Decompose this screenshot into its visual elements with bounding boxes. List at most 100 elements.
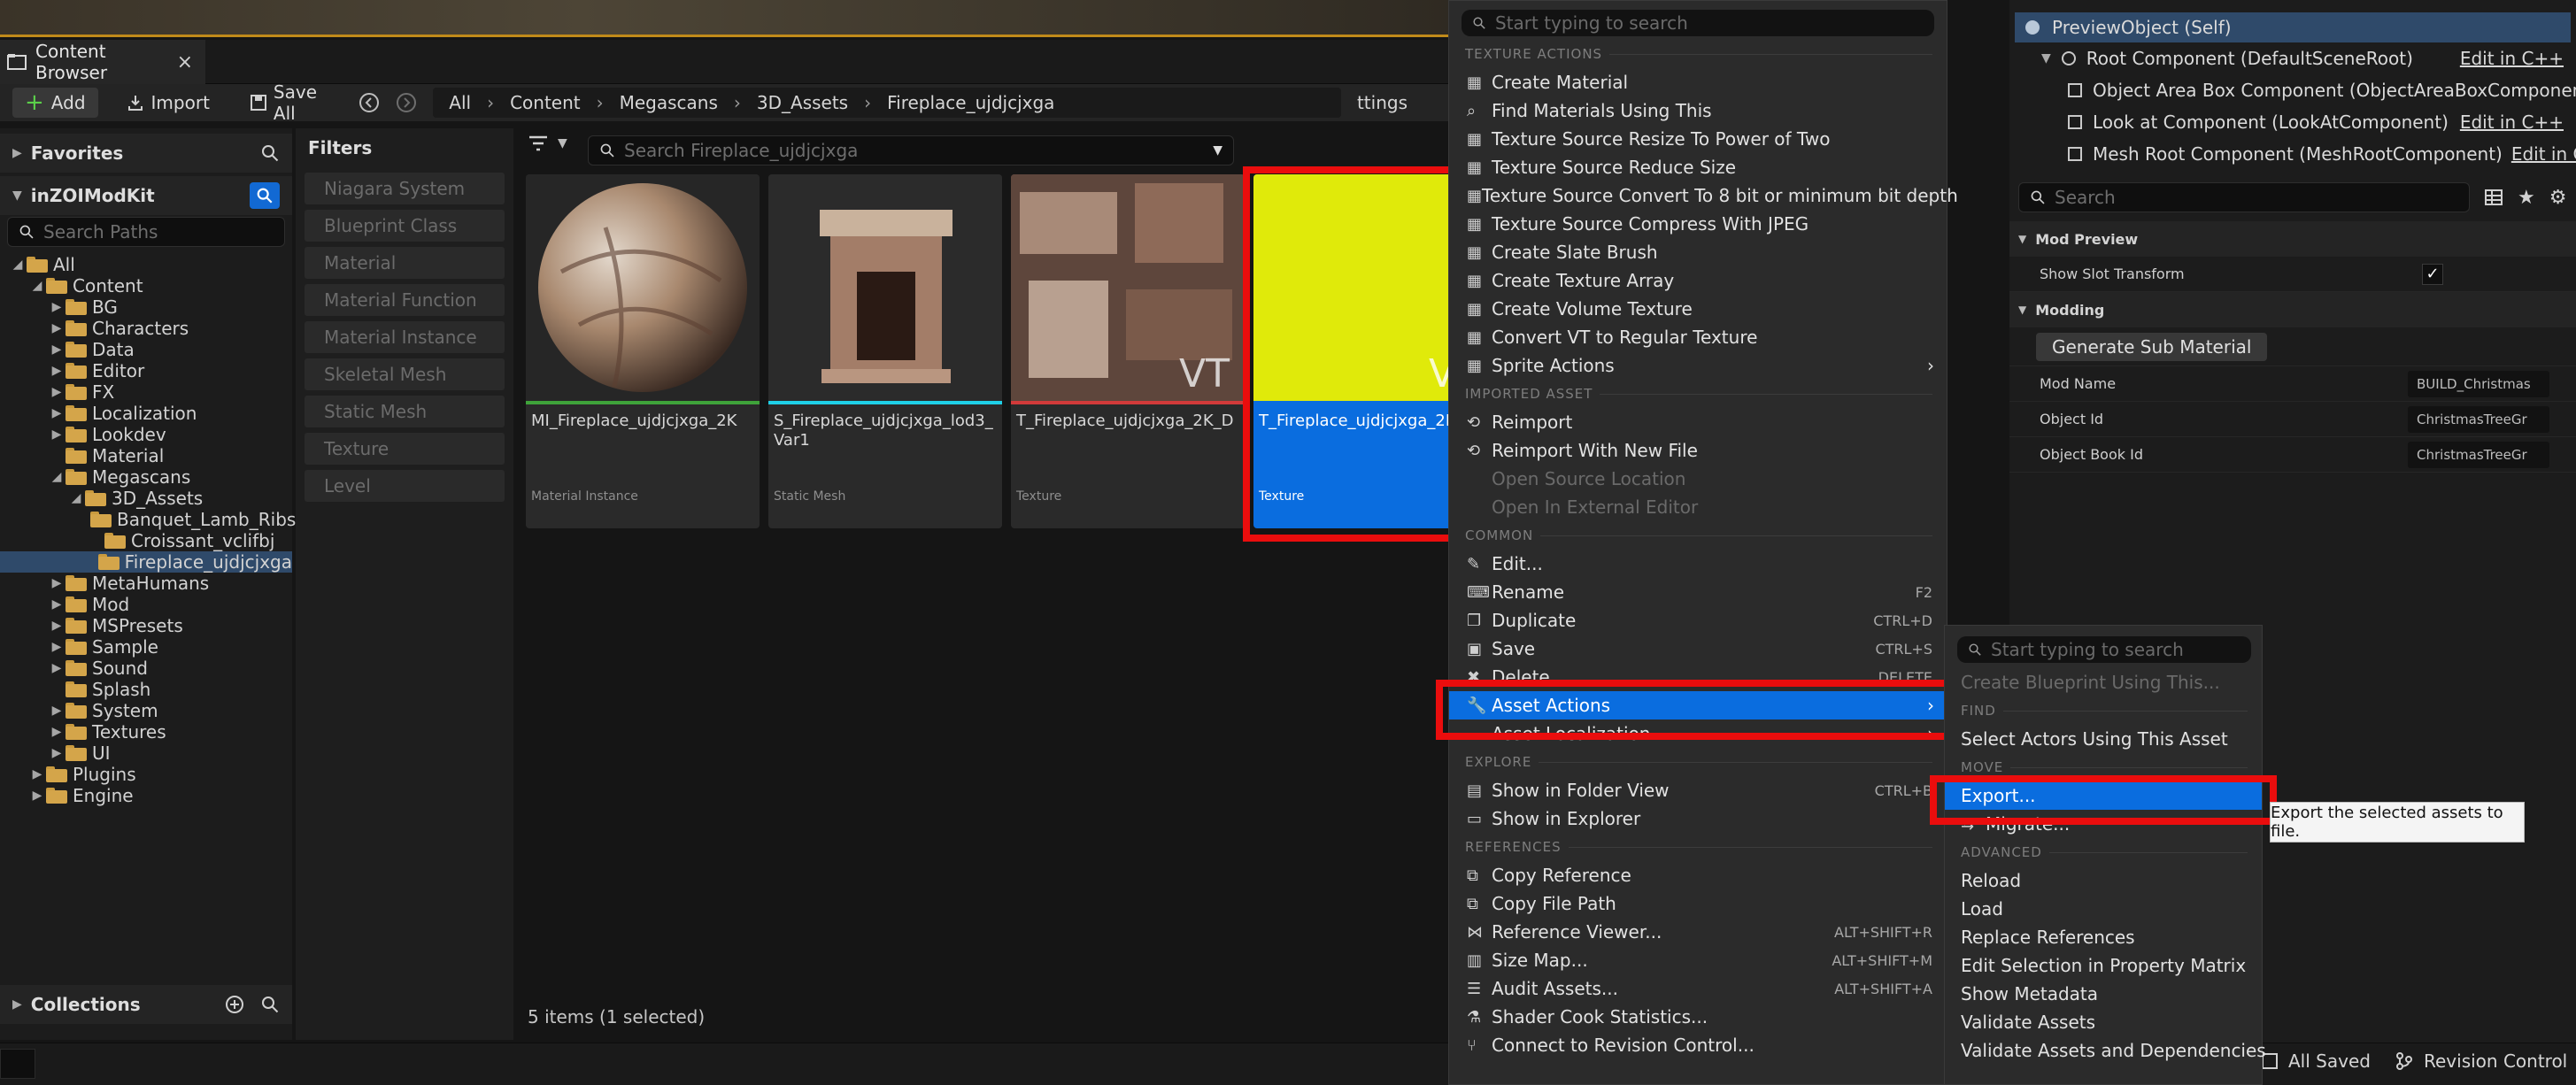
chevron-right-icon[interactable]: ▶ <box>50 427 64 442</box>
save-all-button[interactable]: Save All <box>238 81 343 124</box>
folder-item[interactable]: ▶ Plugins <box>0 764 292 785</box>
filter-item[interactable]: Blueprint Class <box>305 210 505 242</box>
asset-tile-s-fireplace[interactable]: S_Fireplace_ujdjcjxga_lod3_Var1 Static M… <box>768 174 1002 528</box>
folder-item[interactable]: ▶ MetaHumans <box>0 573 292 594</box>
filter-item[interactable]: Level <box>305 470 505 502</box>
menu-item[interactable]: ⌨ Rename F2 <box>1449 578 1947 606</box>
folder-item[interactable]: Croissant_vclifbj <box>0 530 292 551</box>
generate-sub-material-button[interactable]: Generate Sub Material <box>2036 332 2268 361</box>
edit-in-cpp-link[interactable]: Edit in C++ <box>2460 48 2564 69</box>
folder-item[interactable]: ▶ Characters <box>0 318 292 339</box>
chevron-right-icon[interactable]: ▶ <box>50 661 64 675</box>
menu-item[interactable]: ▦ Texture Source Compress With JPEG <box>1449 210 1947 238</box>
filter-dropdown[interactable]: ▼ <box>528 134 567 153</box>
component-row-look-at[interactable]: Look at Component (LookAtComponent) Edit… <box>2009 106 2576 138</box>
folder-item[interactable]: ▶ Mod <box>0 594 292 615</box>
project-header[interactable]: ▼ inZOIModKit <box>0 176 292 215</box>
submenu-item[interactable]: Validate Assets and Dependencies <box>1945 1036 2266 1065</box>
menu-item[interactable]: ⧉ Copy File Path <box>1449 889 1947 918</box>
all-saved-button[interactable]: All Saved <box>2262 1050 2371 1072</box>
filter-item[interactable]: Static Mesh <box>305 396 505 427</box>
folder-item[interactable]: ▶ BG <box>0 296 292 318</box>
favorites-header[interactable]: ▶ Favorites <box>0 134 292 173</box>
chevron-right-icon[interactable]: ▶ <box>50 321 64 335</box>
menu-item[interactable]: ▣ Save CTRL+S <box>1449 635 1947 663</box>
collections-header[interactable]: ▶ Collections <box>0 985 292 1024</box>
context-menu-search[interactable]: Start typing to search <box>1462 10 1934 36</box>
folder-item[interactable]: Fireplace_ujdjcjxga <box>0 551 292 573</box>
chevron-right-icon[interactable]: ▶ <box>50 364 64 378</box>
folder-item[interactable]: ▶ Engine <box>0 785 292 806</box>
menu-item[interactable]: ⧉ Copy Reference <box>1449 861 1947 889</box>
menu-item[interactable]: ⋈ Reference Viewer... ALT+SHIFT+R <box>1449 918 1947 946</box>
prop-value-field[interactable]: ChristmasTreeGr <box>2408 405 2549 433</box>
category-mod-preview[interactable]: ▼ Mod Preview <box>2009 221 2576 257</box>
menu-item[interactable]: ❐ Duplicate CTRL+D <box>1449 606 1947 635</box>
chevron-right-icon[interactable]: ▶ <box>50 342 64 357</box>
chevron-right-icon[interactable]: ▶ <box>50 597 64 612</box>
component-row-object-area[interactable]: Object Area Box Component (ObjectAreaBox… <box>2009 74 2576 106</box>
filter-item[interactable]: Material Instance <box>305 321 505 353</box>
folder-item[interactable]: ◢ 3D_Assets <box>0 488 292 509</box>
asset-search-input[interactable]: Search Fireplace_ujdjcjxga ▼ <box>588 135 1234 165</box>
filter-item[interactable]: Material Function <box>305 284 505 316</box>
submenu-item[interactable]: Replace References <box>1945 923 2262 951</box>
folder-item[interactable]: Material <box>0 445 292 466</box>
filter-item[interactable]: Niagara System <box>305 173 505 204</box>
search-paths-input[interactable]: Search Paths <box>7 217 285 247</box>
menu-item[interactable]: ⚗ Shader Cook Statistics... <box>1449 1003 1947 1031</box>
menu-item[interactable]: ▥ Size Map... ALT+SHIFT+M <box>1449 946 1947 974</box>
menu-item[interactable]: ⟲ Reimport <box>1449 408 1947 436</box>
submenu-item[interactable]: Edit Selection in Property Matrix <box>1945 951 2262 980</box>
menu-item[interactable]: ▭ Show in Explorer <box>1449 804 1947 833</box>
folder-item[interactable]: ◢ Megascans <box>0 466 292 488</box>
folder-item[interactable]: ▶ FX <box>0 381 292 403</box>
folder-item[interactable]: ▶ Data <box>0 339 292 360</box>
menu-item[interactable]: ▦ Texture Source Convert To 8 bit or mini… <box>1449 181 1958 210</box>
show-slot-transform-checkbox[interactable]: ✓ <box>2422 263 2443 285</box>
folder-item[interactable]: ▶ Sound <box>0 658 292 679</box>
chevron-right-icon[interactable]: ▶ <box>50 300 64 314</box>
edit-in-cpp-link[interactable]: Edit in C++ <box>2460 112 2564 133</box>
component-row-self[interactable]: PreviewObject (Self) <box>2015 12 2571 42</box>
folder-item[interactable]: ▶ Editor <box>0 360 292 381</box>
submenu-item[interactable]: Validate Assets <box>1945 1008 2262 1036</box>
filter-item[interactable]: Texture <box>305 433 505 465</box>
chevron-down-icon[interactable]: ▼ <box>1213 143 1222 158</box>
menu-item[interactable]: ▦ Convert VT to Regular Texture <box>1449 323 1947 351</box>
folder-item[interactable]: ▶ MSPresets <box>0 615 292 636</box>
chevron-down-icon[interactable]: ◢ <box>11 258 25 272</box>
folder-item[interactable]: ▶ Textures <box>0 721 292 743</box>
chevron-right-icon[interactable]: ▶ <box>50 704 64 718</box>
folder-item[interactable]: ▶ Sample <box>0 636 292 658</box>
add-button[interactable]: + Add <box>12 88 98 118</box>
console-input[interactable] <box>0 1049 35 1079</box>
folder-item[interactable]: ◢ All <box>0 254 292 275</box>
menu-item[interactable]: ▦ Texture Source Resize To Power of Two <box>1449 125 1947 153</box>
submenu-item[interactable]: Load <box>1945 895 2262 923</box>
import-button[interactable]: Import <box>114 88 222 118</box>
close-tab-icon[interactable]: × <box>177 51 193 73</box>
chevron-right-icon[interactable]: ▶ <box>30 767 44 781</box>
breadcrumb-item[interactable]: 3D_Assets <box>757 92 848 113</box>
breadcrumb-item[interactable]: Megascans <box>620 92 718 113</box>
category-modding[interactable]: ▼ Modding <box>2009 292 2576 327</box>
folder-item[interactable]: Banquet_Lamb_Ribs_w <box>0 509 320 530</box>
submenu-item[interactable]: Show Metadata <box>1945 980 2262 1008</box>
component-row-mesh-root[interactable]: Mesh Root Component (MeshRootComponent) … <box>2009 138 2576 170</box>
chevron-right-icon[interactable]: ▶ <box>50 619 64 633</box>
submenu-item[interactable]: Reload <box>1945 866 2262 895</box>
settings-button[interactable]: ttings <box>1357 92 1408 113</box>
asset-tile-t-fireplace-d[interactable]: VT T_Fireplace_ujdjcjxga_2K_D Texture <box>1011 174 1245 528</box>
chevron-right-icon[interactable]: ▶ <box>50 385 64 399</box>
menu-item[interactable]: ⌕ Find Materials Using This <box>1449 96 1947 125</box>
chevron-down-icon[interactable]: ◢ <box>50 470 64 484</box>
menu-item[interactable]: ▦ Texture Source Reduce Size <box>1449 153 1947 181</box>
folder-item[interactable]: ▶ System <box>0 700 292 721</box>
menu-item[interactable]: ⑂ Connect to Revision Control... <box>1449 1031 1947 1059</box>
folder-item[interactable]: Splash <box>0 679 292 700</box>
menu-item[interactable]: ▦ Create Material <box>1449 68 1947 96</box>
prop-value-field[interactable]: BUILD_Christmas <box>2408 370 2549 397</box>
chevron-down-icon[interactable]: ◢ <box>69 491 83 505</box>
chevron-right-icon[interactable]: ▶ <box>30 789 44 803</box>
